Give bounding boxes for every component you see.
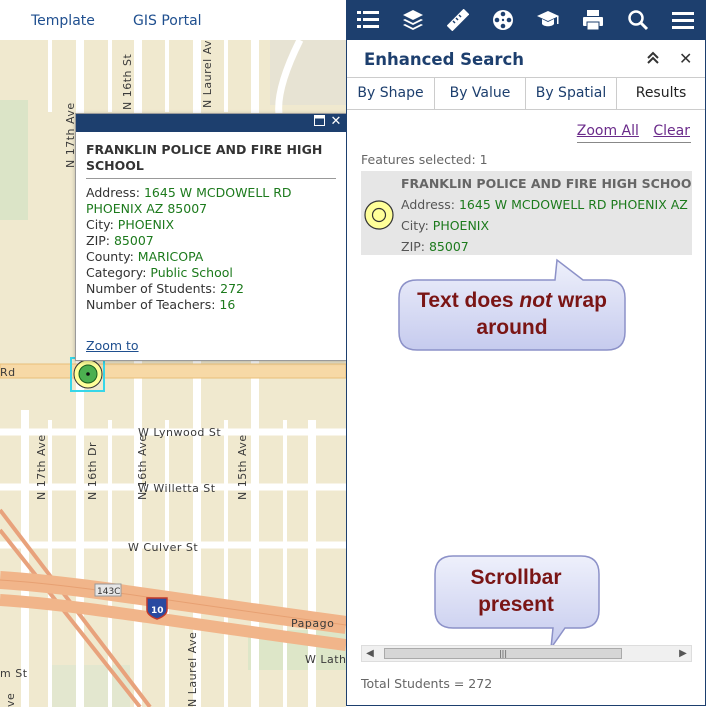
street-label: N Laurel Ave [186, 632, 199, 707]
callout-no-wrap: Text does not wrap around [395, 258, 631, 354]
graduation-cap-icon[interactable] [534, 6, 562, 34]
callout-scrollbar-text: Scrollbar present [470, 566, 562, 616]
popup-field-teachers: Number of Teachers: 16 [86, 297, 236, 312]
clear-link[interactable]: Clear [653, 123, 690, 139]
tab-by-spatial[interactable]: By Spatial [526, 78, 617, 109]
printer-icon[interactable] [579, 6, 607, 34]
maximize-icon[interactable] [312, 115, 326, 129]
popup-field-county: County: MARICOPA [86, 249, 204, 264]
street-label: W Lath [305, 653, 346, 666]
street-label: N 17th Ave [35, 434, 48, 500]
street-label: N 16th St [121, 54, 134, 110]
horizontal-scrollbar[interactable]: ◀ ||| ▶ [361, 645, 692, 662]
close-icon[interactable]: ✕ [329, 115, 343, 129]
top-nav: Template GIS Portal [0, 0, 346, 41]
collapse-up-icon[interactable] [645, 50, 663, 68]
search-icon[interactable] [624, 6, 652, 34]
tab-bar: By Shape By Value By Spatial Results [347, 77, 705, 110]
street-label: N 16th Dr [86, 442, 99, 500]
result-title: FRANKLIN POLICE AND FIRE HIGH SCHOOL [401, 176, 692, 191]
result-item[interactable]: FRANKLIN POLICE AND FIRE HIGH SCHOOL Add… [361, 171, 692, 255]
street-label: W Culver St [128, 541, 198, 554]
gis-portal-link[interactable]: GIS Portal [133, 13, 202, 29]
popup-title: FRANKLIN POLICE AND FIRE HIGH SCHOOL [86, 142, 336, 179]
result-city: City: PHOENIX [401, 218, 490, 233]
close-icon[interactable]: ✕ [679, 50, 697, 68]
school-symbol-icon [364, 200, 394, 230]
street-label: N Laurel Ave [201, 40, 214, 108]
result-address: Address: 1645 W MCDOWELL RD PHOENIX AZ 8… [401, 197, 692, 212]
popup-field-city: City: PHOENIX [86, 217, 175, 232]
result-zip: ZIP: 85007 [401, 239, 469, 254]
tab-by-shape[interactable]: By Shape [347, 78, 435, 109]
result-actions: Zoom All Clear [567, 123, 690, 139]
menu-icon[interactable] [669, 6, 697, 34]
street-label: W Lynwood St [138, 426, 221, 439]
result-text: FRANKLIN POLICE AND FIRE HIGH SCHOOL Add… [401, 173, 692, 255]
tab-by-value[interactable]: By Value [435, 78, 526, 109]
street-label: Rd [0, 366, 16, 379]
info-popup: ✕ FRANKLIN POLICE AND FIRE HIGH SCHOOL A… [75, 113, 347, 361]
callout-no-wrap-text: Text does not wrap around [417, 289, 607, 339]
street-label: N 15th Ave [236, 434, 249, 500]
scroll-right-icon[interactable]: ▶ [675, 646, 691, 661]
tab-results[interactable]: Results [617, 78, 705, 109]
scroll-left-icon[interactable]: ◀ [362, 646, 378, 661]
divider [577, 142, 691, 143]
toolbar [346, 0, 706, 40]
film-reel-icon[interactable] [489, 6, 517, 34]
scroll-thumb[interactable]: ||| [384, 648, 622, 659]
popup-field-zip: ZIP: 85007 [86, 233, 154, 248]
popup-field-students: Number of Students: 272 [86, 281, 244, 296]
panel-title: Enhanced Search [364, 50, 525, 69]
svg-text:10: 10 [151, 606, 164, 616]
zoom-all-link[interactable]: Zoom All [577, 123, 639, 139]
street-label: m St [0, 667, 28, 680]
svg-text:143C: 143C [97, 587, 120, 597]
total-students: Total Students = 272 [361, 676, 493, 691]
layers-icon[interactable] [399, 6, 427, 34]
zoom-to-link[interactable]: Zoom to [86, 338, 139, 353]
street-label: Papago [291, 617, 334, 630]
list-icon[interactable] [354, 6, 382, 34]
template-link[interactable]: Template [31, 13, 95, 29]
ruler-icon[interactable] [444, 6, 472, 34]
street-label: W Willetta St [138, 482, 216, 495]
popup-field-address: Address: 1645 W MCDOWELL RD PHOENIX AZ 8… [86, 185, 292, 216]
callout-scrollbar: Scrollbar present [433, 554, 603, 652]
popup-body: FRANKLIN POLICE AND FIRE HIGH SCHOOL Add… [76, 132, 346, 313]
street-label: ve [4, 693, 17, 707]
enhanced-search-panel: Enhanced Search ✕ By Shape By Value By S… [346, 40, 706, 706]
features-selected: Features selected: 1 [361, 152, 488, 167]
popup-header: ✕ [76, 114, 346, 132]
popup-field-category: Category: Public School [86, 265, 233, 280]
